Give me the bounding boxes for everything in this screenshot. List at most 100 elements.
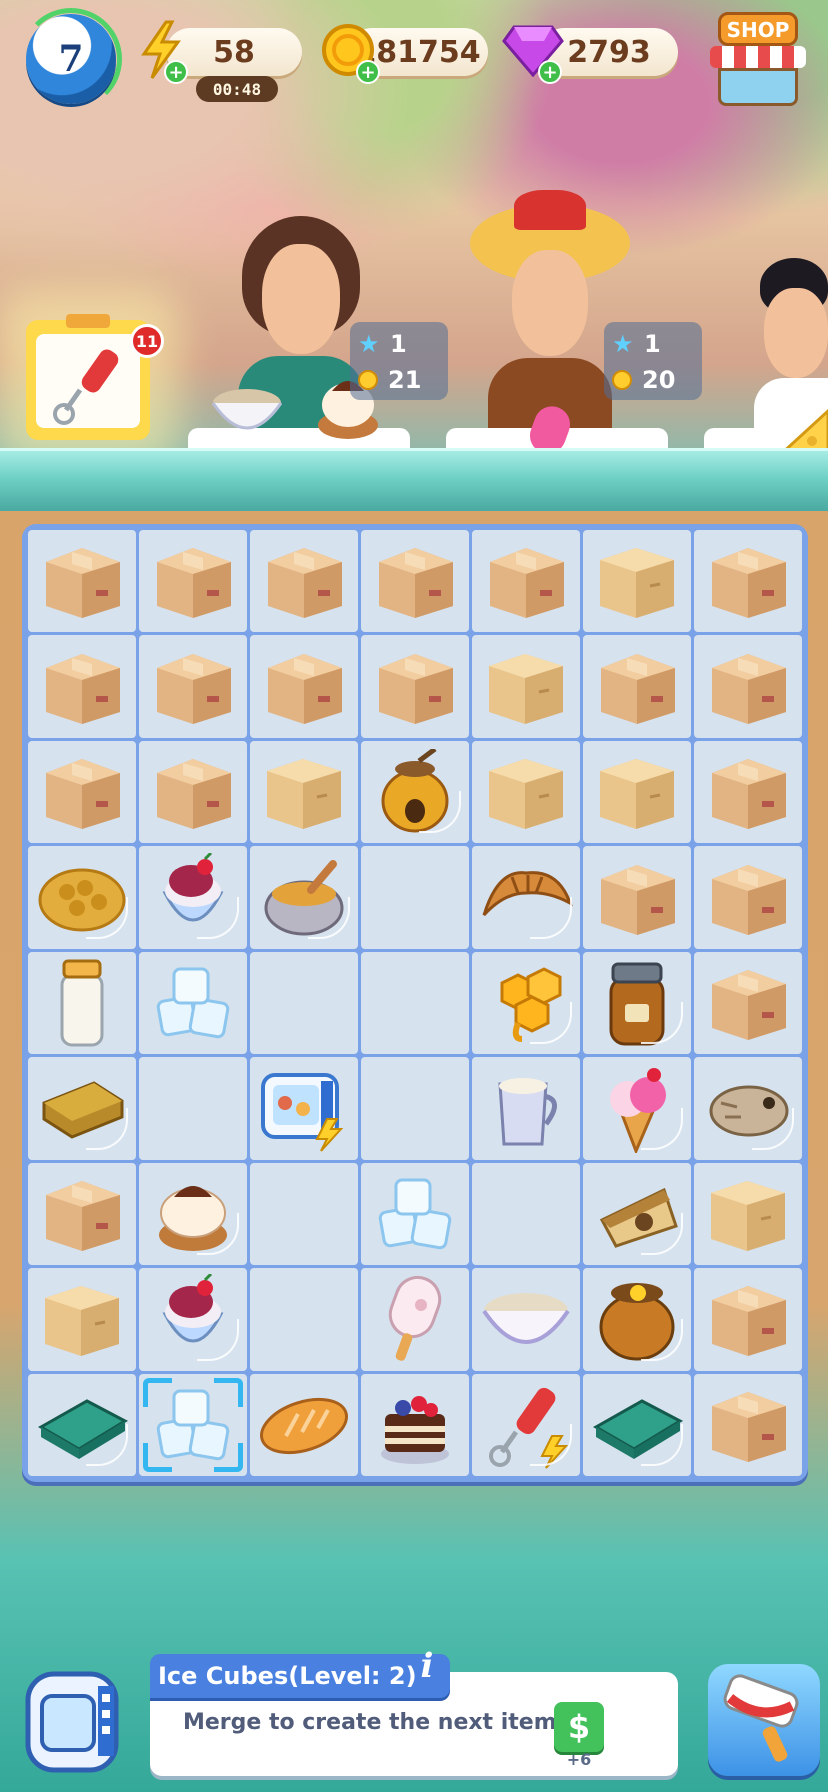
popsicle-icon[interactable] [361, 1268, 469, 1370]
board-cell[interactable] [583, 846, 691, 949]
ice-cream-cone-icon[interactable] [583, 1057, 691, 1159]
box-icon[interactable] [583, 846, 691, 948]
board-cell[interactable] [472, 1373, 580, 1476]
milk-jar-icon[interactable] [28, 952, 136, 1054]
board-cell[interactable] [361, 951, 469, 1055]
board-cell[interactable] [472, 1057, 580, 1160]
box-icon[interactable] [139, 530, 247, 632]
energy-plus-icon[interactable]: + [164, 60, 188, 84]
board-cell[interactable] [250, 635, 358, 738]
board-cell[interactable] [583, 1057, 691, 1160]
board-cell[interactable] [28, 1373, 136, 1476]
box-icon[interactable] [472, 530, 580, 632]
box-icon[interactable] [361, 635, 469, 737]
box-closed-icon[interactable] [472, 635, 580, 737]
board-cell[interactable] [250, 1057, 358, 1160]
board-cell[interactable] [694, 951, 802, 1055]
board-cell[interactable] [28, 530, 136, 633]
board-cell[interactable] [472, 635, 580, 738]
ice-cream-cup-icon[interactable] [139, 1268, 247, 1370]
ice-cubes-icon[interactable] [361, 1163, 469, 1265]
board-cell[interactable] [139, 1373, 247, 1476]
board-cell[interactable] [361, 530, 469, 633]
board-cell[interactable] [583, 740, 691, 844]
board-cell[interactable] [694, 846, 802, 949]
board-cell[interactable] [250, 530, 358, 633]
board-cell[interactable] [361, 1373, 469, 1476]
board-cell[interactable] [28, 1162, 136, 1266]
box-icon[interactable] [250, 530, 358, 632]
board-cell[interactable] [472, 951, 580, 1055]
hand-mixer-icon[interactable] [472, 1374, 580, 1476]
box-icon[interactable] [694, 741, 802, 843]
board-cell[interactable] [250, 1373, 358, 1476]
gems-plus-icon[interactable]: + [538, 60, 562, 84]
box-icon[interactable] [694, 846, 802, 948]
honeycomb-icon[interactable] [28, 846, 136, 948]
board-cell[interactable] [139, 951, 247, 1055]
board-cell[interactable] [694, 1057, 802, 1160]
board-cell[interactable] [250, 740, 358, 844]
box-icon[interactable] [694, 530, 802, 632]
box-icon[interactable] [139, 635, 247, 737]
board-cell[interactable] [28, 1057, 136, 1160]
coins-plus-icon[interactable]: + [356, 60, 380, 84]
info-icon[interactable]: i [412, 1646, 442, 1686]
honey-bowl-icon[interactable] [250, 846, 358, 948]
porridge-bowl-icon[interactable] [472, 1268, 580, 1370]
ice-cream-cup-icon[interactable] [139, 846, 247, 948]
board-cell[interactable] [139, 1057, 247, 1160]
board-cell[interactable] [361, 635, 469, 738]
board-cell[interactable] [583, 1373, 691, 1476]
board-cell[interactable] [361, 1268, 469, 1371]
box-icon[interactable] [28, 1163, 136, 1265]
board-cell[interactable] [472, 740, 580, 844]
board-cell[interactable] [250, 1162, 358, 1266]
sell-button[interactable]: $ [554, 1702, 604, 1752]
cheesecake-slice-icon[interactable] [583, 1163, 691, 1265]
honey-pot-jar-icon[interactable] [583, 1268, 691, 1370]
box-icon[interactable] [694, 1268, 802, 1370]
board-cell[interactable] [361, 846, 469, 949]
paint-roller-button[interactable] [708, 1664, 820, 1776]
board-cell[interactable] [139, 1268, 247, 1371]
board-cell[interactable] [472, 530, 580, 633]
board-cell[interactable] [694, 740, 802, 844]
box-closed-icon[interactable] [472, 741, 580, 843]
honey-pot-icon[interactable] [361, 741, 469, 843]
board-cell[interactable] [694, 635, 802, 738]
level-badge[interactable]: 7 [26, 14, 116, 104]
board-cell[interactable] [694, 1373, 802, 1476]
board-cell[interactable] [472, 1268, 580, 1371]
box-closed-icon[interactable] [250, 741, 358, 843]
box-icon[interactable] [694, 1374, 802, 1476]
board-cell[interactable] [139, 635, 247, 738]
milk-jug-icon[interactable] [472, 1057, 580, 1159]
board-cell[interactable] [250, 846, 358, 949]
board-cell[interactable] [250, 951, 358, 1055]
croissant-icon[interactable] [472, 846, 580, 948]
bread-loaf-icon[interactable] [250, 1374, 358, 1476]
board-cell[interactable] [28, 635, 136, 738]
board-cell[interactable] [472, 1162, 580, 1266]
board-cell[interactable] [694, 1162, 802, 1266]
board-cell[interactable] [361, 740, 469, 844]
board-cell[interactable] [583, 530, 691, 633]
board-cell[interactable] [28, 846, 136, 949]
board-cell[interactable] [28, 740, 136, 844]
box-icon[interactable] [28, 741, 136, 843]
tray-container-icon[interactable] [28, 1374, 136, 1476]
honey-jar-icon[interactable] [583, 952, 691, 1054]
board-cell[interactable] [583, 1268, 691, 1371]
box-closed-icon[interactable] [28, 1268, 136, 1370]
board-cell[interactable] [694, 530, 802, 633]
box-icon[interactable] [28, 635, 136, 737]
board-cell[interactable] [694, 1268, 802, 1371]
box-icon[interactable] [694, 635, 802, 737]
box-icon[interactable] [694, 952, 802, 1054]
box-icon[interactable] [250, 635, 358, 737]
dessert-fridge-icon[interactable] [250, 1057, 358, 1159]
board-cell[interactable] [28, 951, 136, 1055]
board-cell[interactable] [583, 635, 691, 738]
board-cell[interactable] [28, 1268, 136, 1371]
